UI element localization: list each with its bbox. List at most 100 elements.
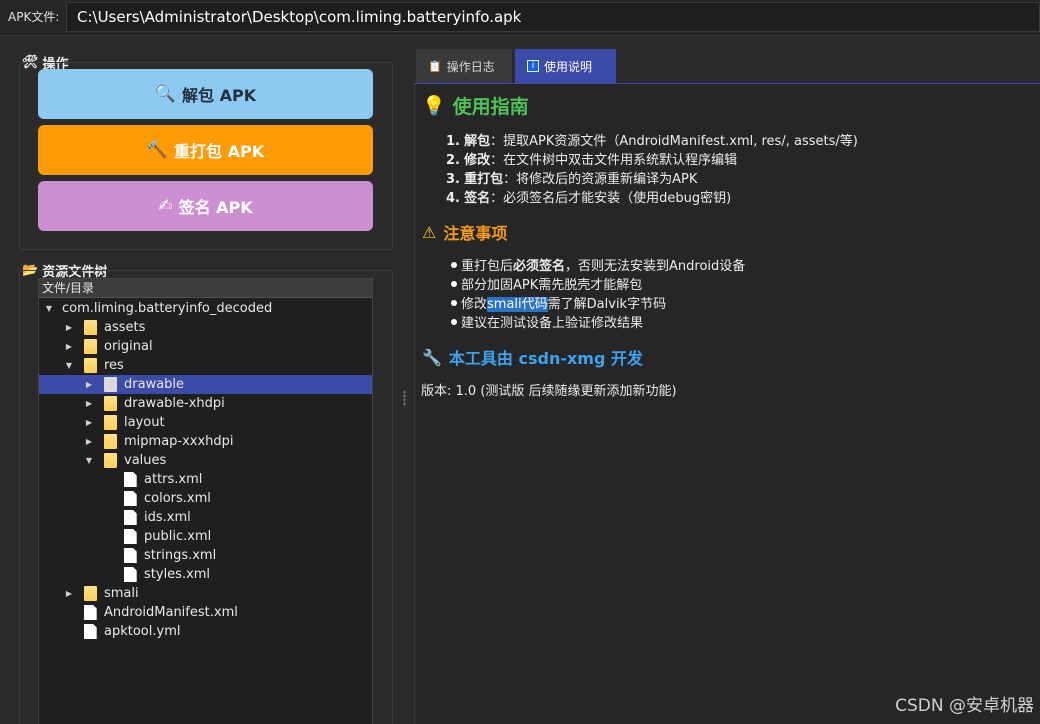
- folder-icon: [84, 586, 97, 601]
- chevron-right-icon[interactable]: ▶: [84, 437, 94, 446]
- step-name: 签名: [464, 191, 491, 206]
- guide-step: 4. 签名：必须签名后才能安装（使用debug密钥): [446, 187, 731, 206]
- tree-row-label: com.liming.batteryinfo_decoded: [62, 301, 273, 316]
- resource-file-tree[interactable]: 文件/目录 ▼ com.liming.batteryinfo_decoded ▶ as…: [38, 278, 373, 724]
- tree-row-label: values: [124, 453, 167, 468]
- tree-row[interactable]: ▼ res: [39, 356, 372, 375]
- note-text: 修改: [461, 297, 488, 312]
- file-icon: [124, 529, 137, 544]
- author-line: 🔧 本工具由 csdn-xmg 开发: [422, 345, 643, 369]
- tree-row[interactable]: ids.xml: [39, 508, 372, 527]
- repack-apk-button[interactable]: 🔨 重打包 APK: [38, 125, 373, 175]
- tree-row[interactable]: ▶ assets: [39, 318, 372, 337]
- version-text: 版本: 1.0 (测试版 后续随缘更新添加新功能): [421, 384, 677, 399]
- chevron-down-icon[interactable]: ▼: [44, 304, 54, 313]
- sign-apk-label: 签名 APK: [178, 198, 253, 217]
- note-text: 重打包后: [461, 259, 514, 274]
- tab-usage-guide-label: 使用说明: [544, 59, 593, 74]
- note-item: 部分加固APK需先脱壳才能解包: [451, 274, 642, 293]
- note-item: 修改smali代码需了解Dalvik字节码: [451, 293, 666, 312]
- tree-row[interactable]: ▶ layout: [39, 413, 372, 432]
- bullet-icon: [451, 299, 457, 306]
- panel-divider: [414, 83, 415, 724]
- tree-row-label: smali: [104, 586, 139, 601]
- tab-operation-log-label: 操作日志: [446, 59, 495, 74]
- tree-row-label: attrs.xml: [144, 472, 203, 487]
- tree-row[interactable]: ▶ drawable: [39, 375, 372, 394]
- unpack-apk-label: 解包 APK: [182, 86, 257, 105]
- apk-file-label: APK文件:: [8, 10, 60, 24]
- step-desc: ：提取APK资源文件（AndroidManifest.xml, res/, as…: [490, 134, 858, 149]
- tree-row[interactable]: ▶ drawable-xhdpi: [39, 394, 372, 413]
- tree-row[interactable]: ▼ values: [39, 451, 372, 470]
- folder-icon: [104, 453, 117, 468]
- folder-icon: [104, 434, 117, 449]
- chevron-right-icon[interactable]: ▶: [84, 418, 94, 427]
- guide-title-label: 使用指南: [452, 96, 529, 118]
- warning-icon: ⚠: [422, 222, 437, 242]
- tree-row[interactable]: apktool.yml: [39, 622, 372, 641]
- apk-path-input[interactable]: C:\Users\Administrator\Desktop\com.limin…: [66, 2, 1040, 32]
- tree-row-label: ids.xml: [144, 510, 191, 525]
- folder-icon: [104, 415, 117, 430]
- tree-row[interactable]: colors.xml: [39, 489, 372, 508]
- apk-path-bar: APK文件: C:\Users\Administrator\Desktop\co…: [0, 0, 1040, 34]
- tab-operation-log[interactable]: 📋 操作日志: [416, 49, 512, 83]
- tree-row[interactable]: styles.xml: [39, 565, 372, 584]
- chevron-down-icon[interactable]: ▼: [84, 456, 94, 465]
- tree-row-label: apktool.yml: [104, 624, 181, 639]
- file-icon: [124, 472, 137, 487]
- chevron-right-icon[interactable]: ▶: [64, 342, 74, 351]
- unpack-apk-button[interactable]: 🔍 解包 APK: [38, 69, 373, 119]
- step-number: 2.: [446, 153, 460, 168]
- file-icon: [124, 567, 137, 582]
- sign-apk-button[interactable]: ✍ 签名 APK: [38, 181, 373, 231]
- tree-row[interactable]: strings.xml: [39, 546, 372, 565]
- guide-step: 1. 解包：提取APK资源文件（AndroidManifest.xml, res…: [446, 130, 858, 149]
- splitter-handle[interactable]: [403, 390, 406, 406]
- tree-row-label: res: [104, 358, 124, 373]
- chevron-right-icon[interactable]: ▶: [84, 399, 94, 408]
- bullet-icon: [451, 261, 457, 268]
- note-text: 需了解Dalvik字节码: [547, 297, 667, 312]
- author-line-label: 本工具由 csdn-xmg 开发: [448, 349, 644, 368]
- tab-usage-guide[interactable]: i 使用说明: [515, 49, 616, 83]
- file-icon: [124, 548, 137, 563]
- tree-row-label: original: [104, 339, 153, 354]
- magnifier-icon: 🔍: [154, 84, 177, 104]
- tree-row-label: AndroidManifest.xml: [104, 605, 238, 620]
- step-name: 重打包: [464, 172, 504, 187]
- info-icon: i: [527, 60, 539, 72]
- step-desc: ：在文件树中双击文件用系统默认程序编辑: [490, 153, 738, 168]
- note-text: 建议在测试设备上验证修改结果: [461, 316, 644, 331]
- wrench-icon: 🔧: [422, 347, 442, 367]
- tree-row-label: layout: [124, 415, 165, 430]
- file-icon: [124, 491, 137, 506]
- tree-row[interactable]: attrs.xml: [39, 470, 372, 489]
- step-name: 修改: [464, 153, 491, 168]
- step-desc: ：必须签名后才能安装（使用debug密钥): [490, 191, 732, 206]
- step-desc: ：将修改后的资源重新编译为APK: [503, 172, 698, 187]
- folder-icon: [84, 358, 97, 373]
- note-text: 部分加固APK需先脱壳才能解包: [461, 278, 643, 293]
- tree-row[interactable]: public.xml: [39, 527, 372, 546]
- tree-row[interactable]: ▶ smali: [39, 584, 372, 603]
- tree-row[interactable]: AndroidManifest.xml: [39, 603, 372, 622]
- chevron-right-icon[interactable]: ▶: [64, 323, 74, 332]
- guide-step: 3. 重打包：将修改后的资源重新编译为APK: [446, 168, 697, 187]
- signature-icon: ✍: [158, 196, 173, 216]
- tree-row[interactable]: ▼ com.liming.batteryinfo_decoded: [39, 299, 372, 318]
- tree-row[interactable]: ▶ original: [39, 337, 372, 356]
- chevron-down-icon[interactable]: ▼: [64, 361, 74, 370]
- tree-row-label: public.xml: [144, 529, 212, 544]
- chevron-right-icon[interactable]: ▶: [64, 589, 74, 598]
- tree-row-label: colors.xml: [144, 491, 211, 506]
- file-icon: [84, 624, 97, 639]
- step-name: 解包: [464, 134, 491, 149]
- tree-row[interactable]: ▶ mipmap-xxxhdpi: [39, 432, 372, 451]
- note-item: 重打包后必须签名，否则无法安装到Android设备: [451, 255, 745, 274]
- chevron-right-icon[interactable]: ▶: [84, 380, 94, 389]
- folder-icon: [104, 396, 117, 411]
- tree-row-label: mipmap-xxxhdpi: [124, 434, 234, 449]
- tree-row-label: drawable: [124, 377, 185, 392]
